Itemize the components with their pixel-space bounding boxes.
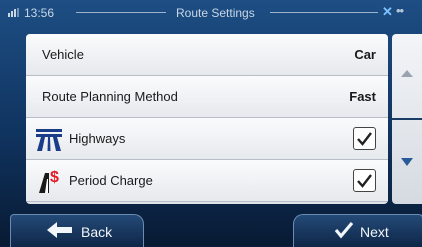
title-divider-right: [270, 12, 378, 13]
highways-checkbox[interactable]: [353, 127, 376, 150]
toll-charge-icon: $: [35, 167, 63, 193]
clock: 13:56: [24, 6, 55, 20]
checkmark-icon: [334, 221, 354, 242]
svg-text:$: $: [50, 169, 59, 186]
highway-icon: [35, 125, 63, 151]
next-label: Next: [360, 224, 389, 240]
setting-label: Highways: [69, 131, 126, 146]
scroll-column: [392, 34, 422, 204]
more-menu-icon[interactable]: ••: [396, 3, 404, 18]
setting-label: Vehicle: [42, 47, 84, 62]
back-button[interactable]: Back: [10, 214, 144, 247]
setting-label: Route Planning Method: [42, 89, 178, 104]
setting-row-vehicle[interactable]: Vehicle Car: [26, 34, 388, 76]
setting-row-route-planning-method[interactable]: Route Planning Method Fast: [26, 76, 388, 118]
next-button[interactable]: Next: [293, 214, 422, 247]
screen: 13:56 Route Settings ✕ •• Vehicle Car Ro…: [0, 0, 422, 247]
signal-icon: [8, 8, 19, 17]
status-bar: 13:56 Route Settings ✕ ••: [0, 0, 422, 26]
setting-label: Period Charge: [69, 173, 153, 188]
period-charge-checkbox[interactable]: [353, 169, 376, 192]
arrow-left-icon: [47, 221, 73, 242]
setting-value: Fast: [349, 89, 376, 104]
scroll-down-icon[interactable]: [401, 158, 413, 166]
screen-title: Route Settings: [176, 6, 255, 20]
scroll-divider: [392, 118, 422, 120]
title-divider-left: [76, 12, 166, 13]
setting-value: Car: [354, 47, 376, 62]
gps-satellite-icon: ✕: [382, 4, 393, 19]
scroll-up-icon[interactable]: [401, 70, 413, 77]
setting-row-period-charge[interactable]: $ Period Charge: [26, 160, 388, 202]
settings-list: Vehicle Car Route Planning Method Fast H…: [26, 34, 388, 204]
back-label: Back: [81, 224, 113, 240]
setting-row-highways[interactable]: Highways: [26, 118, 388, 160]
